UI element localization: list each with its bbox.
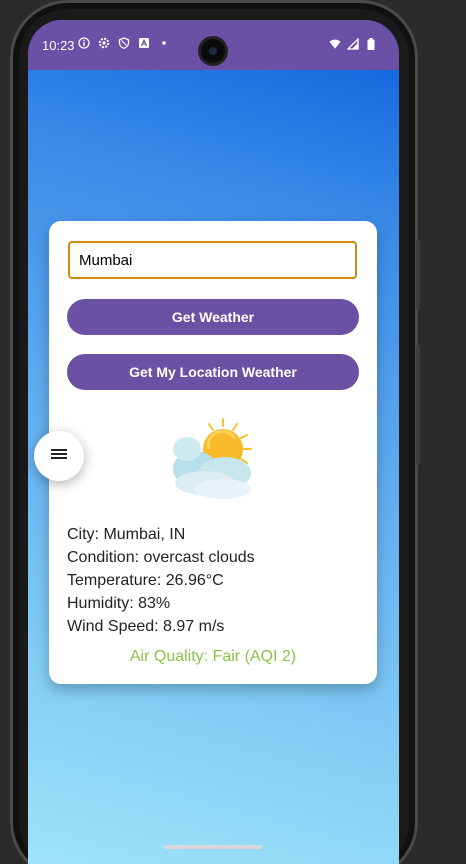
power-button: [416, 240, 420, 310]
signal-icon: [347, 38, 359, 50]
battery-icon: [365, 38, 377, 50]
humidity-text: Humidity: 83%: [67, 595, 171, 612]
app-screen: 10:23 Mumbai Get Weather Get My Location…: [28, 20, 399, 864]
city-input[interactable]: [68, 241, 357, 279]
shield-icon: [118, 37, 130, 49]
partly-cloudy-icon: [165, 417, 261, 499]
volume-button: [416, 345, 420, 465]
status-time: 10:23: [42, 38, 75, 53]
status-bar: 10:23: [28, 20, 399, 70]
weather-info: City: Mumbai, IN Condition: overcast clo…: [67, 523, 255, 638]
settings-icon: [98, 37, 110, 49]
a-icon: [138, 37, 150, 49]
city-text: City: Mumbai, IN: [67, 526, 186, 543]
wifi-icon: [329, 38, 341, 50]
home-indicator[interactable]: [164, 845, 262, 849]
dot-icon: [158, 37, 170, 49]
menu-fab[interactable]: [34, 431, 84, 481]
info-icon: [78, 37, 90, 49]
get-location-weather-button[interactable]: Get My Location Weather: [67, 354, 359, 390]
menu-icon: [50, 447, 68, 466]
temperature-text: Temperature: 26.96°C: [67, 572, 224, 589]
condition-text: Condition: overcast clouds: [67, 549, 255, 566]
camera-cutout: [198, 36, 228, 66]
get-weather-button[interactable]: Get Weather: [67, 299, 359, 335]
air-quality-text: Air Quality: Fair (AQI 2): [129, 648, 297, 665]
wind-speed-text: Wind Speed: 8.97 m/s: [67, 618, 225, 635]
weather-card: Get Weather Get My Location Weather: [49, 221, 377, 684]
